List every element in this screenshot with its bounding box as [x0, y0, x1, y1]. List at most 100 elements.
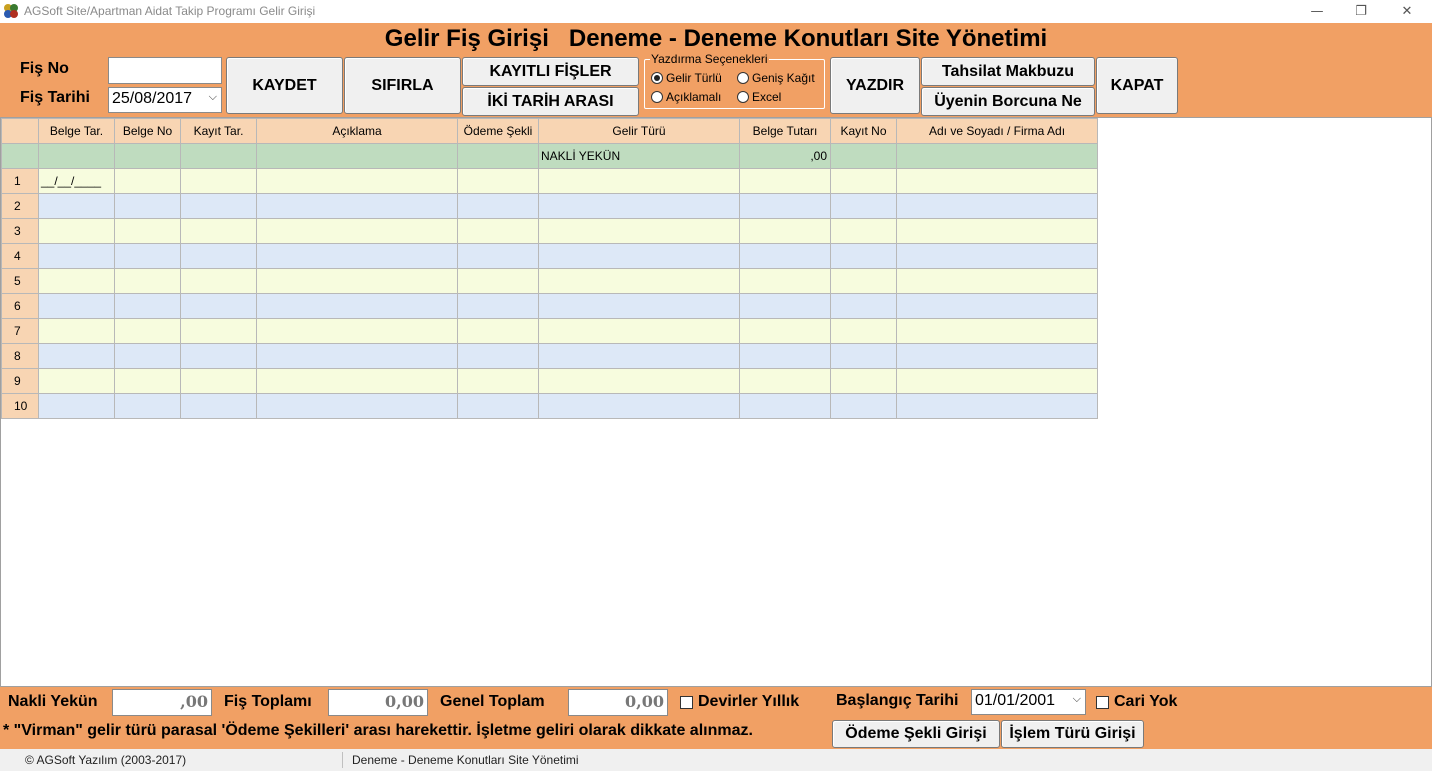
table-cell[interactable] [538, 293, 740, 319]
table-cell[interactable] [896, 393, 1098, 419]
table-cell[interactable] [114, 193, 181, 219]
table-cell[interactable] [457, 218, 539, 244]
row-number[interactable]: 2 [1, 193, 39, 219]
table-cell[interactable] [256, 243, 458, 269]
col-belge-no[interactable]: Belge No [114, 118, 181, 144]
table-cell[interactable] [38, 318, 115, 344]
table-cell[interactable] [538, 193, 740, 219]
table-cell[interactable] [739, 318, 831, 344]
yazdir-button[interactable]: YAZDIR [830, 57, 920, 114]
table-cell[interactable] [830, 343, 897, 369]
col-odeme-sekli[interactable]: Ödeme Şekli [457, 118, 539, 144]
col-kayit-tar[interactable]: Kayıt Tar. [180, 118, 257, 144]
fis-tarihi-picker[interactable]: 25/08/2017 ⌵ [108, 87, 222, 113]
col-aciklama[interactable]: Açıklama [256, 118, 458, 144]
row-number[interactable]: 3 [1, 218, 39, 244]
table-cell[interactable] [457, 393, 539, 419]
table-cell[interactable] [180, 268, 257, 294]
col-adi-soyadi[interactable]: Adı ve Soyadı / Firma Adı [896, 118, 1098, 144]
row-number[interactable]: 4 [1, 243, 39, 269]
table-cell[interactable] [38, 343, 115, 369]
table-cell[interactable] [457, 368, 539, 394]
table-row[interactable]: 7 [1, 318, 1098, 344]
row-number[interactable]: 6 [1, 293, 39, 319]
tahsilat-makbuzu-button[interactable]: Tahsilat Makbuzu [921, 57, 1095, 86]
table-cell[interactable] [114, 218, 181, 244]
table-cell[interactable] [739, 293, 831, 319]
table-cell[interactable] [538, 343, 740, 369]
table-cell[interactable] [114, 168, 181, 194]
islem-turu-girisi-button[interactable]: İşlem Türü Girişi [1001, 720, 1144, 748]
table-cell[interactable] [739, 393, 831, 419]
table-cell[interactable] [180, 293, 257, 319]
col-gelir-turu[interactable]: Gelir Türü [538, 118, 740, 144]
devirler-yillik-checkbox[interactable]: Devirler Yıllık [680, 693, 799, 711]
table-cell[interactable] [114, 268, 181, 294]
table-cell[interactable] [830, 193, 897, 219]
row-number[interactable]: 10 [1, 393, 39, 419]
table-cell[interactable] [830, 293, 897, 319]
table-cell[interactable] [256, 218, 458, 244]
table-cell[interactable] [896, 218, 1098, 244]
table-cell[interactable] [180, 318, 257, 344]
table-cell[interactable] [538, 268, 740, 294]
table-cell[interactable] [38, 218, 115, 244]
table-cell[interactable] [180, 168, 257, 194]
table-cell[interactable] [896, 368, 1098, 394]
table-cell[interactable] [896, 343, 1098, 369]
table-cell[interactable] [180, 368, 257, 394]
table-cell[interactable] [896, 268, 1098, 294]
table-row[interactable]: 9 [1, 368, 1098, 394]
table-cell[interactable] [38, 268, 115, 294]
table-cell[interactable] [830, 243, 897, 269]
table-cell[interactable] [38, 293, 115, 319]
baslangic-tarihi-picker[interactable]: 01/01/2001 ⌵ [971, 689, 1086, 715]
table-cell[interactable] [739, 368, 831, 394]
table-row[interactable]: 1 __/__/____ [1, 168, 1098, 194]
table-cell[interactable] [830, 168, 897, 194]
radio-excel[interactable]: Excel [737, 90, 781, 104]
table-cell[interactable] [114, 393, 181, 419]
row-number[interactable]: 9 [1, 368, 39, 394]
radio-aciklamali[interactable]: Açıklamalı [651, 90, 721, 104]
table-cell[interactable] [457, 243, 539, 269]
table-cell[interactable] [256, 393, 458, 419]
table-cell[interactable] [457, 293, 539, 319]
table-cell[interactable] [38, 368, 115, 394]
table-cell[interactable] [180, 218, 257, 244]
col-kayit-no[interactable]: Kayıt No [830, 118, 897, 144]
table-cell[interactable] [114, 318, 181, 344]
table-cell[interactable] [457, 193, 539, 219]
maximize-button[interactable]: ❐ [1338, 0, 1384, 23]
table-cell[interactable] [896, 168, 1098, 194]
table-cell[interactable] [256, 368, 458, 394]
table-cell[interactable] [114, 243, 181, 269]
table-cell[interactable] [739, 218, 831, 244]
sifirla-button[interactable]: SIFIRLA [344, 57, 461, 114]
table-cell[interactable] [538, 243, 740, 269]
kapat-button[interactable]: KAPAT [1096, 57, 1178, 114]
col-belge-tar[interactable]: Belge Tar. [38, 118, 115, 144]
table-cell[interactable] [38, 243, 115, 269]
table-row[interactable]: 5 [1, 268, 1098, 294]
table-cell[interactable] [830, 318, 897, 344]
table-cell[interactable] [256, 168, 458, 194]
kaydet-button[interactable]: KAYDET [226, 57, 343, 114]
table-row[interactable]: 2 [1, 193, 1098, 219]
table-cell[interactable] [114, 343, 181, 369]
row-number[interactable]: 5 [1, 268, 39, 294]
iki-tarih-arasi-button[interactable]: İKİ TARİH ARASI [462, 87, 639, 116]
table-cell[interactable] [457, 268, 539, 294]
table-cell[interactable] [830, 268, 897, 294]
table-row[interactable]: 4 [1, 243, 1098, 269]
table-cell[interactable] [114, 293, 181, 319]
table-cell[interactable] [457, 343, 539, 369]
table-cell[interactable] [538, 168, 740, 194]
table-cell[interactable] [256, 293, 458, 319]
odeme-sekli-girisi-button[interactable]: Ödeme Şekli Girişi [832, 720, 1000, 748]
table-row[interactable]: 10 [1, 393, 1098, 419]
table-cell[interactable] [830, 393, 897, 419]
fis-no-input[interactable] [108, 57, 222, 84]
row-number[interactable]: 8 [1, 343, 39, 369]
table-cell[interactable] [180, 393, 257, 419]
